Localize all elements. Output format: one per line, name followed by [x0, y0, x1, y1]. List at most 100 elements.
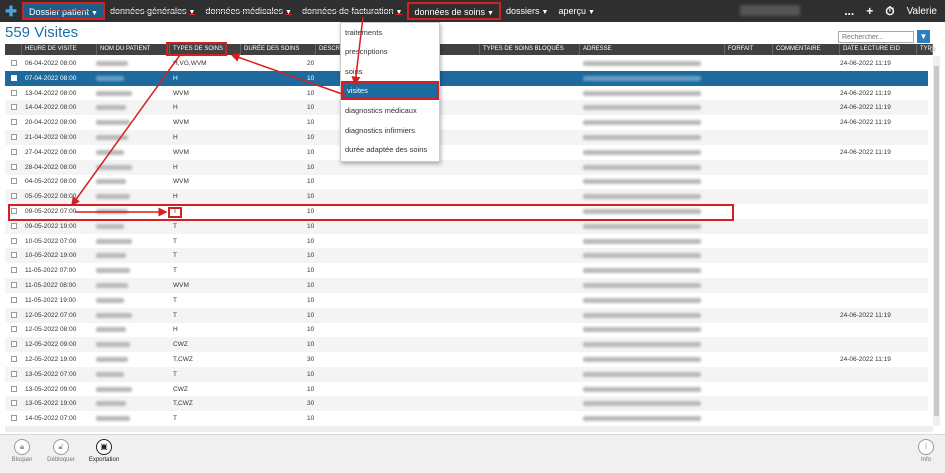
- row-checkbox[interactable]: [11, 296, 17, 303]
- row-checkbox[interactable]: [11, 282, 17, 288]
- dropdown-item-diagnostics-infirmiers[interactable]: diagnostics infirmiers: [341, 121, 439, 140]
- menu-donnees-de-soins[interactable]: données de soins ▼: [407, 2, 501, 20]
- header-nom-du-patient[interactable]: NOM DU PATIENT: [97, 44, 170, 55]
- debloquer-button[interactable]: 🔓︎ Débloquer: [41, 439, 81, 473]
- row-checkbox[interactable]: [11, 311, 17, 318]
- table-row[interactable]: 13-05-2022 09:00 CWZ 10: [5, 382, 928, 397]
- table-row[interactable]: 09-05-2022 07:00 T 10: [5, 204, 928, 219]
- row-checkbox[interactable]: [11, 193, 17, 200]
- bottom-toolbar: 🔒︎ Bloquer 🔓︎ Débloquer ▣ Exportation i …: [0, 434, 945, 473]
- table-row[interactable]: 09-05-2022 19:00 T 10: [5, 218, 928, 234]
- cell-duree-des-soins: 10: [307, 252, 315, 260]
- menu-apercu[interactable]: aperçu ▼: [553, 0, 599, 22]
- row-checkbox[interactable]: [11, 119, 17, 126]
- user-menu[interactable]: Valerie: [907, 6, 937, 17]
- row-checkbox[interactable]: [11, 341, 17, 348]
- scroll-thumb[interactable]: [934, 66, 939, 416]
- row-checkbox[interactable]: [11, 134, 17, 140]
- menu-dossiers[interactable]: dossiers ▼: [501, 0, 553, 22]
- bloquer-button[interactable]: 🔒︎ Bloquer: [2, 439, 42, 473]
- table-row[interactable]: 12-05-2022 19:00 T,CWZ 30 24-06-2022 11:19: [5, 352, 928, 367]
- dropdown-item-duree-adaptee[interactable]: durée adaptée des soins: [341, 140, 439, 159]
- header-duree-des-soins[interactable]: DURÉE DES SOINS: [241, 44, 316, 55]
- table-row[interactable]: 14-04-2022 08:00 H 10 24-06-2022 11:19: [5, 100, 928, 116]
- row-checkbox[interactable]: [11, 356, 17, 362]
- timer-icon[interactable]: ⏱: [885, 4, 894, 19]
- table-row[interactable]: 12-05-2022 08:00 H 10: [5, 322, 928, 337]
- filter-icon[interactable]: ▼: [917, 30, 930, 43]
- menu-dossier-patient[interactable]: Dossier patient ▼: [22, 2, 105, 20]
- table-row[interactable]: 07-04-2022 08:00 H 10: [5, 70, 928, 86]
- cell-heure-de-visite: 05-05-2022 08:00: [25, 193, 77, 201]
- header-heure-de-visite[interactable]: HEURE DE VISITE: [22, 44, 97, 55]
- info-button[interactable]: i Info: [906, 439, 945, 473]
- table-row[interactable]: 06-04-2022 08:00 H,VG,WVM 20 24-06-2022 11:…: [5, 56, 928, 71]
- row-checkbox[interactable]: [11, 370, 17, 377]
- table-row[interactable]: 11-05-2022 08:00 WVM 10: [5, 278, 928, 293]
- menu-donnees-medicales[interactable]: données médicales ▼: [200, 0, 297, 22]
- column-settings-icon[interactable]: ⚙: [929, 44, 939, 55]
- row-checkbox[interactable]: [11, 400, 17, 407]
- app-logo-icon[interactable]: ✚: [0, 0, 22, 22]
- row-checkbox[interactable]: [11, 326, 17, 333]
- cell-date-lecture-eid: 24-06-2022 11:19: [840, 60, 891, 67]
- row-checkbox[interactable]: [11, 178, 17, 185]
- table-row[interactable]: 04-05-2022 08:00 WVM 10: [5, 174, 928, 189]
- more-options-icon[interactable]: ...: [844, 4, 854, 18]
- row-checkbox[interactable]: [11, 385, 17, 392]
- row-checkbox[interactable]: [11, 163, 17, 170]
- header-select-column[interactable]: [5, 44, 22, 55]
- table-row[interactable]: 21-04-2022 08:00 H 10: [5, 130, 928, 145]
- table-row[interactable]: 13-05-2022 19:00 T,CWZ 30: [5, 396, 928, 412]
- table-row[interactable]: 10-05-2022 19:00 T 10: [5, 248, 928, 264]
- row-checkbox[interactable]: [11, 237, 17, 244]
- dropdown-item-visites[interactable]: visites: [341, 81, 439, 100]
- header-types-soins-bloques[interactable]: TYPES DE SOINS BLOQUÉS: [480, 44, 580, 55]
- vertical-scrollbar[interactable]: [933, 56, 940, 426]
- horizontal-scrollbar[interactable]: [5, 426, 933, 432]
- row-checkbox[interactable]: [11, 104, 17, 111]
- header-adresse[interactable]: ADRESSE: [580, 44, 725, 55]
- table-row[interactable]: 13-04-2022 08:00 WVM 10 24-06-2022 11:19: [5, 86, 928, 101]
- exportation-button[interactable]: ▣ Exportation: [84, 439, 124, 473]
- cell-types-de-soins: H: [173, 193, 178, 201]
- table-row[interactable]: 20-04-2022 08:00 WVM 10 24-06-2022 11:19: [5, 115, 928, 130]
- add-icon[interactable]: +: [866, 4, 873, 18]
- row-checkbox[interactable]: [11, 89, 17, 96]
- table-row[interactable]: 11-05-2022 07:00 T 10: [5, 263, 928, 278]
- search-input[interactable]: [838, 31, 914, 43]
- dropdown-item-soins[interactable]: soins: [341, 62, 439, 81]
- header-commentaire[interactable]: COMMENTAIRE: [773, 44, 840, 55]
- redacted-address: [583, 297, 701, 303]
- row-checkbox[interactable]: [11, 252, 17, 259]
- cell-heure-de-visite: 14-05-2022 07:00: [25, 415, 77, 423]
- table-row[interactable]: 12-05-2022 09:00 CWZ 10: [5, 337, 928, 353]
- redacted-address: [583, 312, 701, 318]
- dropdown-item-traitements[interactable]: traitements: [341, 23, 439, 42]
- table-row[interactable]: 13-05-2022 07:00 T 10: [5, 366, 928, 382]
- row-checkbox[interactable]: [11, 222, 17, 229]
- dropdown-item-prescriptions[interactable]: prescriptions: [341, 42, 439, 61]
- header-forfait[interactable]: FORFAIT: [725, 44, 773, 55]
- table-row[interactable]: 12-05-2022 07:00 T 10 24-06-2022 11:19: [5, 307, 928, 323]
- table-row[interactable]: 11-05-2022 19:00 T 10: [5, 293, 928, 308]
- table-row[interactable]: 27-04-2022 08:00 WVM 10 24-06-2022 11:19: [5, 145, 928, 160]
- row-checkbox[interactable]: [11, 208, 17, 214]
- table-row[interactable]: 05-05-2022 08:00 H 10: [5, 189, 928, 205]
- table-row[interactable]: 14-05-2022 07:00 T 10: [5, 411, 928, 426]
- dropdown-item-diagnostics-medicaux[interactable]: diagnostics médicaux: [341, 101, 439, 120]
- header-types-de-soins[interactable]: TYPES DE SOINS: [170, 44, 241, 55]
- row-checkbox[interactable]: [11, 148, 17, 155]
- lock-icon: 🔒︎: [14, 439, 30, 455]
- header-date-lecture-eid[interactable]: DATE LECTURE EID: [840, 44, 917, 55]
- redacted-address: [583, 357, 701, 362]
- table-row[interactable]: 10-05-2022 07:00 T 10: [5, 234, 928, 249]
- row-checkbox[interactable]: [11, 415, 17, 422]
- menu-donnees-facturation[interactable]: données de facturation ▼: [297, 0, 408, 22]
- row-checkbox[interactable]: [11, 74, 17, 81]
- table-row[interactable]: 28-04-2022 08:00 H 10: [5, 159, 928, 175]
- cell-heure-de-visite: 11-05-2022 19:00: [25, 296, 76, 304]
- row-checkbox[interactable]: [11, 267, 17, 274]
- menu-donnees-generales[interactable]: données générales ▼: [105, 0, 201, 22]
- row-checkbox[interactable]: [11, 60, 17, 66]
